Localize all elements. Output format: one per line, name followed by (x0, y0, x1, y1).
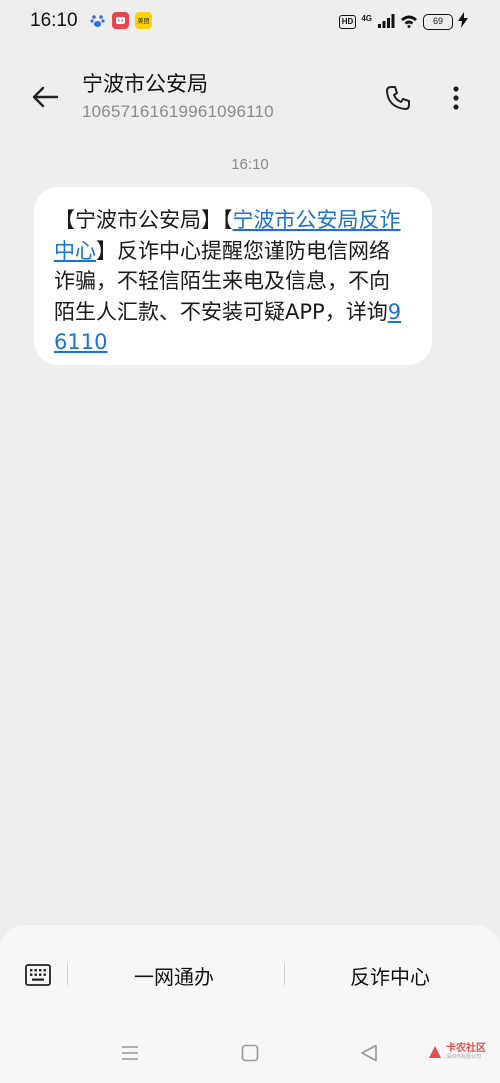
message-bubble[interactable]: 【宁波市公安局】【宁波市公安局反诈中心】反诈中心提醒您谨防电信网络诈骗，不轻信陌… (34, 187, 432, 365)
keyboard-toggle-button[interactable] (22, 959, 54, 991)
watermark-text: 卡农社区 (446, 1043, 486, 1054)
home-button[interactable] (236, 1039, 264, 1067)
cellular-signal-icon (377, 13, 395, 32)
baidu-paw-icon (89, 12, 106, 29)
message-text-part: 【宁波市公安局】【 (54, 208, 233, 232)
contact-name: 宁波市公安局 (82, 72, 208, 96)
notification-icons: 美团 (89, 12, 152, 29)
network-label: 4G (361, 13, 372, 23)
phone-icon (386, 86, 410, 110)
square-icon (241, 1044, 259, 1062)
wifi-icon (400, 13, 418, 32)
recent-apps-button[interactable] (116, 1039, 144, 1067)
keyboard-icon (25, 964, 51, 986)
contact-number: 10657161619961096110 (82, 102, 274, 121)
menu-divider (67, 963, 68, 985)
sms-conversation-screen: 16:10 美团 HD 4G 69 宁波市公安局 106571616199610… (0, 0, 500, 1083)
hd-badge: HD (338, 15, 357, 29)
system-icons: HD 4G 69 (338, 12, 468, 32)
back-nav-button[interactable] (355, 1039, 383, 1067)
status-bar: 16:10 美团 HD 4G 69 (0, 0, 500, 44)
bottom-service-menu: 一网通办 反诈中心 (0, 925, 500, 1025)
message-timestamp: 16:10 (231, 156, 269, 173)
message-text: 【宁波市公安局】【宁波市公安局反诈中心】反诈中心提醒您谨防电信网络诈骗，不轻信陌… (54, 205, 410, 358)
menu-item-anti-fraud-center[interactable]: 反诈中心 (350, 961, 430, 990)
meituan-icon: 美团 (135, 12, 152, 29)
menu-item-one-stop-service[interactable]: 一网通办 (134, 961, 214, 990)
watermark-logo: 卡农社区 深圳市有限公司 (427, 1043, 486, 1060)
charging-icon (458, 12, 468, 32)
system-navigation-bar: 卡农社区 深圳市有限公司 (0, 1025, 500, 1083)
triangle-back-icon (361, 1044, 377, 1062)
more-options-button[interactable] (438, 80, 474, 116)
message-text-part: 】反诈中心提醒您谨防电信网络诈骗，不轻信陌生来电及信息，不向陌生人汇款、不安装可… (54, 238, 390, 324)
watermark-subtext: 深圳市有限公司 (446, 1054, 482, 1060)
battery-indicator: 69 (423, 14, 453, 30)
conversation-header: 宁波市公安局 10657161619961096110 (0, 58, 500, 138)
back-button[interactable] (28, 80, 62, 114)
back-arrow-icon (32, 86, 59, 108)
call-button[interactable] (380, 80, 416, 116)
menu-lines-icon (122, 1046, 138, 1060)
menu-divider (284, 963, 285, 985)
more-vertical-icon (453, 86, 459, 110)
watermark-icon (429, 1045, 441, 1058)
status-time: 16:10 (30, 10, 78, 31)
app-notification-icon (112, 12, 129, 29)
